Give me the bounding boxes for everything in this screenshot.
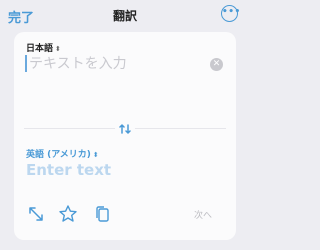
copy-icon[interactable] [92, 204, 112, 224]
source-text-input[interactable] [29, 54, 204, 74]
more-options-icon[interactable]: ••• [221, 5, 240, 22]
page-title: 翻訳 [112, 9, 137, 23]
target-language-label: 英語 (アメリカ) [26, 150, 91, 160]
text-caret [25, 55, 27, 72]
nav-bar: 完了 翻訳 ••• [0, 0, 250, 30]
swap-languages-icon[interactable] [115, 119, 135, 139]
target-language-selector[interactable]: 英語 (アメリカ) ⬍ [26, 147, 99, 160]
source-language-selector[interactable]: 日本語 ⬍ [26, 41, 61, 54]
bottom-toolbar: 次へ [14, 204, 236, 232]
translation-output: Enter text [26, 161, 112, 179]
target-language-chevron-icon: ⬍ [92, 151, 99, 159]
star-icon[interactable] [58, 204, 78, 224]
next-button[interactable]: 次へ [194, 208, 212, 221]
source-language-label: 日本語 [26, 44, 54, 54]
clear-icon[interactable]: ✕ [210, 58, 223, 71]
source-language-chevron-icon: ⬍ [55, 45, 61, 53]
expand-icon[interactable] [26, 204, 46, 224]
translate-card: 日本語⬍ ✕ 英語 (アメリカ)⬍ Enter text [14, 32, 236, 240]
